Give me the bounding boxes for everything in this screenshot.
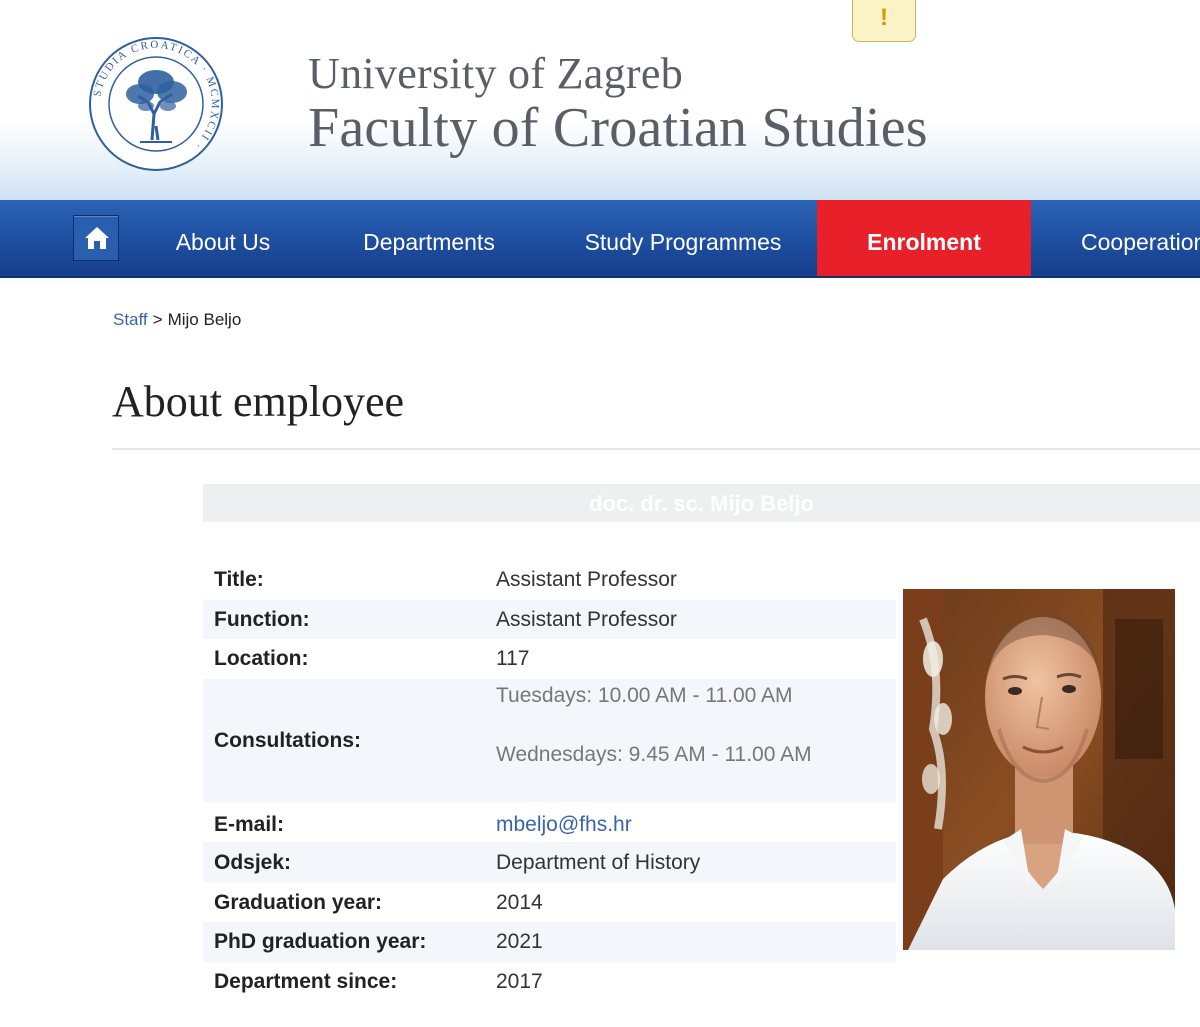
nav-study-programmes[interactable]: Study Programmes	[560, 200, 806, 276]
breadcrumb-link-staff[interactable]: Staff	[113, 310, 148, 329]
info-value: Assistant Professor	[496, 568, 677, 591]
site-title[interactable]: University of Zagreb Faculty of Croatian…	[308, 49, 928, 159]
page-title: About employee	[112, 377, 405, 426]
info-value: 2017	[496, 970, 543, 993]
info-value: 2014	[496, 891, 543, 914]
home-icon	[85, 227, 109, 249]
employee-name-bar: doc. dr. sc. Mijo Beljo	[203, 484, 1200, 522]
info-row-consultations: Consultations: Tuesdays: 10.00 AM - 11.0…	[203, 679, 896, 802]
info-row-title: Title: Assistant Professor	[203, 560, 896, 600]
info-label: Consultations:	[214, 729, 361, 752]
info-label: Odsjek:	[214, 851, 292, 874]
info-label: E-mail:	[214, 813, 285, 836]
nav-about-us[interactable]: About Us	[152, 200, 294, 276]
info-row-function: Function: Assistant Professor	[203, 600, 896, 639]
email-link[interactable]: mbeljo@fhs.hr	[496, 813, 632, 837]
info-value: Department of History	[496, 851, 701, 874]
info-row-phd-year: PhD graduation year: 2021	[203, 922, 896, 962]
info-row-graduation-year: Graduation year: 2014	[203, 882, 896, 922]
exclamation-icon: !	[880, 4, 888, 31]
main-nav: About Us Departments Study Programmes En…	[0, 200, 1200, 278]
nav-departments[interactable]: Departments	[340, 200, 518, 276]
employee-photo	[903, 589, 1175, 950]
info-label: Department since:	[214, 970, 398, 993]
info-row-location: Location: 117	[203, 639, 896, 679]
info-row-email: E-mail: mbeljo@fhs.hr	[203, 802, 896, 842]
breadcrumb: Staff > Mijo Beljo	[113, 310, 241, 330]
info-value: 2021	[496, 930, 543, 953]
info-label: PhD graduation year:	[214, 930, 427, 953]
home-button[interactable]	[73, 215, 119, 261]
info-label: Title:	[214, 568, 264, 591]
title-divider	[112, 448, 1200, 450]
breadcrumb-separator: >	[152, 310, 163, 329]
info-label: Graduation year:	[214, 891, 383, 914]
info-value: Assistant Professor	[496, 608, 677, 631]
faculty-name: Faculty of Croatian Studies	[308, 97, 928, 159]
university-seal-logo[interactable]: STUDIA CROATICA · MCMXCII ·	[88, 36, 224, 172]
info-label: Function:	[214, 608, 310, 631]
nav-cooperation[interactable]: Cooperation	[1081, 200, 1200, 276]
site-header: STUDIA CROATICA · MCMXCII · University o…	[0, 0, 1200, 200]
consultation-slot: Tuesdays: 10.00 AM - 11.00 AM	[496, 684, 793, 707]
university-name: University of Zagreb	[308, 49, 683, 98]
warning-badge[interactable]: !	[852, 0, 916, 42]
info-label: Location:	[214, 647, 309, 670]
breadcrumb-current: Mijo Beljo	[167, 310, 242, 329]
consultation-slot: Wednesdays: 9.45 AM - 11.00 AM	[496, 743, 812, 766]
info-row-department-since: Department since: 2017	[203, 962, 896, 1002]
info-row-department: Odsjek: Department of History	[203, 842, 896, 882]
nav-enrolment[interactable]: Enrolment	[817, 200, 1031, 276]
info-value: 117	[496, 647, 530, 670]
